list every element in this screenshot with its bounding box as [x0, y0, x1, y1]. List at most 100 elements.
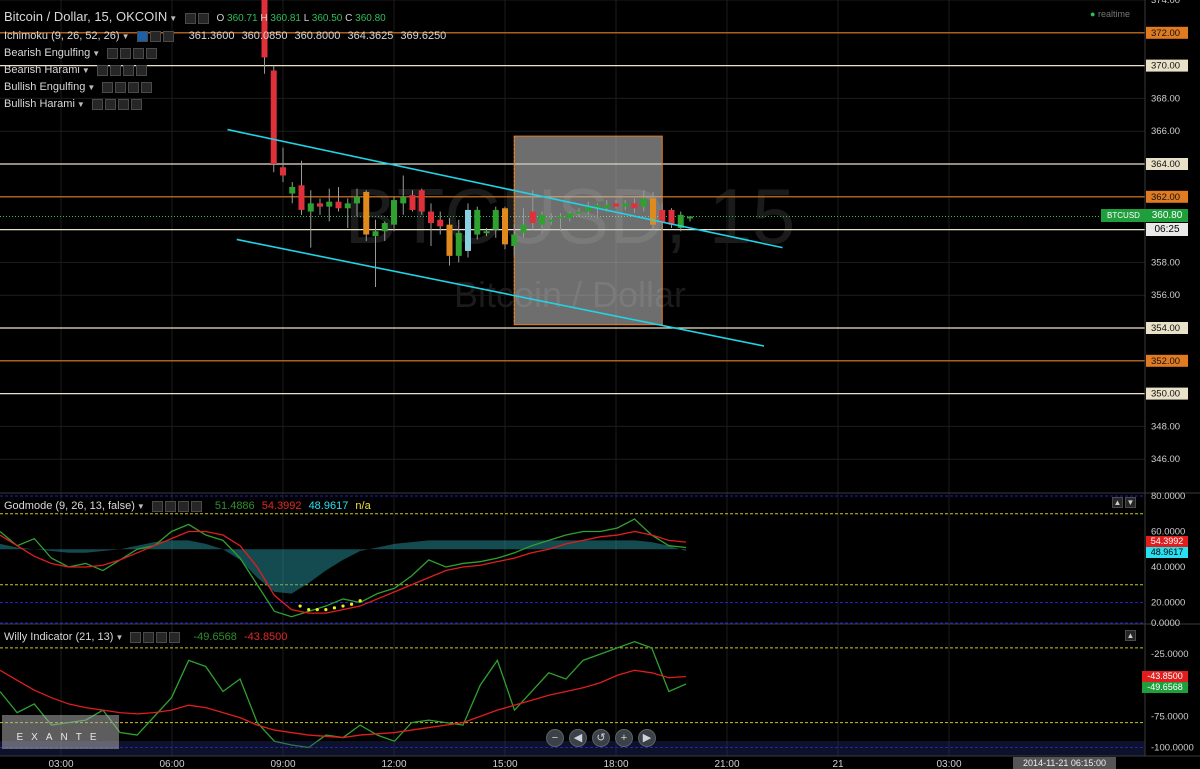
symbol-title[interactable]: Bitcoin / Dollar, 15, OKCOIN	[4, 9, 167, 24]
godmode-tick-label: 20.0000	[1151, 598, 1185, 609]
eye-icon[interactable]	[115, 81, 127, 93]
low-value: 360.50	[311, 13, 343, 24]
time-tick-label: 15:00	[492, 759, 517, 769]
settings-icon[interactable]	[91, 98, 103, 110]
eye-icon[interactable]	[136, 30, 148, 42]
settings-icon[interactable]	[143, 631, 155, 643]
indicator-name[interactable]: Bullish Harami	[4, 98, 75, 110]
willy-green-tag: -49.6568	[1142, 682, 1188, 693]
willy-pane-controls: ▲	[1125, 627, 1138, 645]
eye-icon[interactable]	[109, 64, 121, 76]
godmode-cyan-tag: 48.9617	[1146, 547, 1188, 558]
ichimoku-value: 360.8000	[294, 30, 341, 42]
close-icon[interactable]	[162, 30, 174, 42]
settings-icon[interactable]	[117, 98, 129, 110]
eye-icon[interactable]	[120, 47, 132, 59]
willy-legend[interactable]: Willy Indicator (21, 13) ▼ -49.6568 -43.8…	[4, 631, 287, 643]
candle-body	[483, 231, 490, 234]
indicator-bearish-engulfing[interactable]: Bearish Engulfing ▼	[4, 47, 159, 59]
settings-icon[interactable]	[164, 500, 176, 512]
zoom-in-icon[interactable]: +	[615, 729, 633, 747]
chevron-down-icon[interactable]: ▼	[92, 49, 100, 58]
chevron-down-icon[interactable]: ▼	[169, 14, 177, 23]
close-icon[interactable]	[197, 13, 209, 25]
zoom-out-icon[interactable]: −	[546, 729, 564, 747]
chevron-down-icon[interactable]: ▼	[82, 66, 90, 75]
crosshair-date-tag: 2014-11-21 06:15:00	[1013, 757, 1116, 769]
scroll-left-icon[interactable]: ◀	[569, 729, 587, 747]
settings-icon[interactable]	[177, 500, 189, 512]
chevron-down-icon[interactable]: ▼	[87, 83, 95, 92]
close-icon[interactable]	[190, 500, 202, 512]
exante-label: EXANTE	[16, 732, 105, 743]
price-tick-label: 358.00	[1151, 257, 1180, 268]
candle-body	[511, 234, 518, 246]
time-tick-label: 12:00	[381, 759, 406, 769]
godmode-title[interactable]: Godmode (9, 26, 13, false)	[4, 500, 135, 512]
godmode-value-red: 54.3992	[261, 500, 302, 512]
highlight-rectangle	[513, 135, 663, 326]
eye-icon[interactable]	[104, 98, 116, 110]
settings-icon[interactable]	[156, 631, 168, 643]
indicator-name[interactable]: Ichimoku (9, 26, 52, 26)	[4, 30, 120, 42]
pane-down-icon[interactable]: ▼	[1125, 497, 1136, 509]
candle-body	[409, 195, 416, 210]
chevron-down-icon[interactable]: ▼	[122, 32, 130, 41]
indicator-bearish-harami[interactable]: Bearish Harami ▼	[4, 64, 149, 76]
close-icon[interactable]	[130, 98, 142, 110]
settings-icon[interactable]	[184, 13, 196, 25]
bar-countdown: 06:25	[1146, 223, 1188, 236]
level-price-label: 350.00	[1151, 389, 1180, 400]
scroll-right-icon[interactable]: ▶	[638, 729, 656, 747]
candle-body	[391, 200, 397, 225]
candle-body	[446, 224, 453, 256]
open-value: 360.71	[227, 13, 258, 24]
eye-icon[interactable]	[130, 631, 142, 643]
candle-body	[640, 198, 647, 207]
indicator-ichimoku[interactable]: Ichimoku (9, 26, 52, 26) ▼ 361.3600 360.0…	[4, 30, 450, 42]
settings-icon[interactable]	[149, 30, 161, 42]
chevron-down-icon[interactable]: ▼	[77, 100, 85, 109]
close-icon[interactable]	[146, 47, 158, 59]
reset-icon[interactable]: ↺	[592, 729, 610, 747]
indicator-bullish-harami[interactable]: Bullish Harami ▼	[4, 98, 144, 110]
godmode-value-yellow: n/a	[355, 500, 371, 512]
candle-body	[344, 203, 351, 209]
indicator-buttons	[91, 98, 144, 110]
candle-body	[363, 191, 370, 235]
indicator-name[interactable]: Bearish Harami	[4, 64, 80, 76]
settings-icon[interactable]	[133, 47, 145, 59]
candle-body	[603, 205, 610, 209]
godmode-legend[interactable]: Godmode (9, 26, 13, false) ▼ 51.4886 54.3…	[4, 500, 371, 512]
close-icon[interactable]	[141, 81, 153, 93]
settings-icon[interactable]	[128, 81, 140, 93]
level-price-label: 364.00	[1151, 159, 1180, 170]
settings-icon[interactable]	[122, 64, 134, 76]
level-price-label: 372.00	[1151, 28, 1180, 39]
candle-body	[668, 209, 675, 225]
willy-title[interactable]: Willy Indicator (21, 13)	[4, 631, 113, 643]
pane-up-icon[interactable]: ▲	[1125, 630, 1136, 642]
pane-up-icon[interactable]: ▲	[1112, 497, 1123, 509]
indicator-name[interactable]: Bearish Engulfing	[4, 47, 90, 59]
eye-icon[interactable]	[151, 500, 163, 512]
realtime-indicator: ● realtime	[1090, 9, 1130, 19]
close-icon[interactable]	[135, 64, 147, 76]
indicator-name[interactable]: Bullish Engulfing	[4, 81, 85, 93]
settings-icon[interactable]	[102, 81, 114, 93]
candle-body	[354, 196, 360, 204]
candle-body	[455, 232, 462, 256]
godmode-signal-dot	[298, 604, 302, 608]
indicator-bullish-engulfing[interactable]: Bullish Engulfing ▼	[4, 81, 154, 93]
candle-body	[557, 216, 564, 219]
candle-body	[548, 219, 555, 222]
godmode-signal-dot	[349, 602, 354, 606]
ichimoku-values: 361.3600 360.0850 360.8000 364.3625 369.…	[189, 30, 451, 42]
settings-icon[interactable]	[96, 64, 108, 76]
chevron-down-icon[interactable]: ▼	[137, 502, 145, 511]
settings-icon[interactable]	[107, 47, 119, 59]
ichimoku-value: 361.3600	[188, 30, 235, 42]
chevron-down-icon[interactable]: ▼	[115, 633, 123, 642]
candle-body	[687, 216, 693, 219]
close-icon[interactable]	[169, 631, 181, 643]
